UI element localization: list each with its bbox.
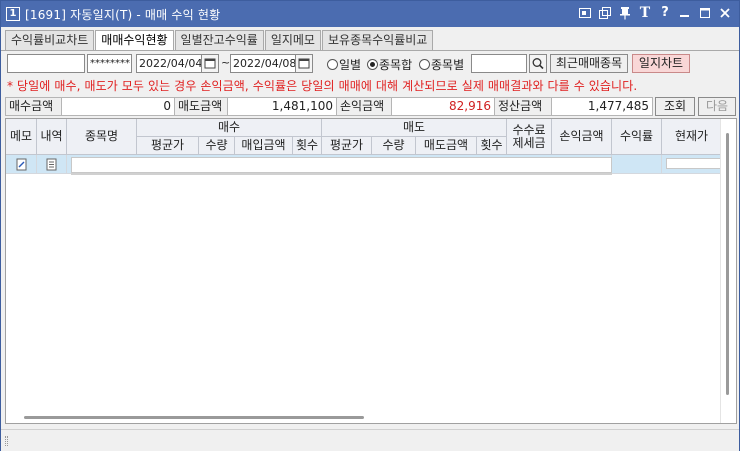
sell-amount-label: 매도금액	[174, 97, 228, 116]
status-bar	[1, 429, 739, 451]
search-icon[interactable]	[529, 54, 547, 73]
toolbar: ******** 2022/04/04 ~ 2022/04/08 일별 종목합 …	[1, 52, 739, 74]
maximize-icon[interactable]	[697, 5, 713, 21]
horizontal-scrollbar[interactable]	[6, 411, 720, 423]
col-current-price[interactable]: 현재가	[662, 119, 722, 155]
row-current-field[interactable]	[666, 158, 721, 169]
notice-text: * 당일에 매수, 매도가 모두 있는 경우 손익금액, 수익률은 당일의 매매…	[7, 79, 638, 93]
tab-trade-profit-status[interactable]: 매매수익현황	[95, 30, 174, 51]
font-icon[interactable]: T	[637, 5, 653, 21]
app-window: 1 [1691] 자동일지(T) - 매매 수익 현황 T ? 수익률비교차트 …	[0, 0, 740, 451]
close-icon[interactable]	[717, 5, 733, 21]
summary-row: 매수금액 0 매도금액 1,481,100 손익금액 82,916 정산금액 1…	[5, 97, 737, 116]
date-to-input[interactable]: 2022/04/08	[230, 54, 296, 73]
col-stock-name[interactable]: 종목명	[67, 119, 137, 155]
memo-edit-icon	[16, 158, 27, 171]
help-icon[interactable]: ?	[657, 5, 673, 21]
radio-daily-label: 일별	[339, 58, 362, 72]
radio-stock-sum-circle[interactable]	[367, 59, 378, 70]
profit-amount-label: 손익금액	[336, 97, 392, 116]
journal-chart-button[interactable]: 일지차트	[632, 54, 690, 73]
calendar-from-icon[interactable]	[201, 54, 219, 73]
window-number: 1	[6, 7, 20, 21]
radio-daily[interactable]: 일별	[327, 56, 361, 73]
radio-stock-sum[interactable]: 종목합	[367, 56, 412, 73]
col-sell-amount[interactable]: 매도금액	[416, 137, 477, 155]
col-group-sell: 매도	[322, 119, 507, 137]
settle-amount-value: 1,477,485	[551, 97, 653, 116]
calendar-to-icon[interactable]	[295, 54, 313, 73]
row-detail-cell[interactable]	[37, 155, 67, 174]
tab-journal-memo[interactable]: 일지메모	[264, 30, 321, 50]
tab-divider	[1, 50, 739, 51]
radio-by-stock[interactable]: 종목별	[419, 56, 464, 73]
row-name-field[interactable]	[71, 157, 612, 173]
password-input[interactable]: ********	[87, 54, 132, 73]
col-group-buy: 매수	[137, 119, 322, 137]
minimize-icon[interactable]	[677, 5, 693, 21]
resize-grip-icon[interactable]	[5, 436, 8, 446]
radio-by-stock-circle[interactable]	[419, 59, 430, 70]
account-input[interactable]	[7, 54, 85, 73]
vertical-scroll-thumb[interactable]	[726, 133, 729, 395]
tab-daily-balance-return[interactable]: 일별잔고수익률	[174, 30, 264, 50]
col-buy-qty[interactable]: 수량	[199, 137, 235, 155]
buy-amount-label: 매수금액	[5, 97, 62, 116]
query-button[interactable]: 조회	[655, 97, 695, 116]
buy-amount-value: 0	[61, 97, 175, 116]
next-button[interactable]: 다음	[698, 97, 736, 116]
col-sell-qty[interactable]: 수량	[372, 137, 416, 155]
copy-icon[interactable]	[597, 5, 613, 21]
tab-bar: 수익률비교차트 매매수익현황 일별잔고수익률 일지메모 보유종목수익률비교	[5, 30, 434, 51]
col-memo[interactable]: 메모	[6, 119, 37, 155]
col-tax-label: 제세금	[512, 135, 546, 150]
radio-stock-sum-label: 종목합	[379, 58, 413, 72]
col-detail[interactable]: 내역	[37, 119, 67, 155]
col-buy-amount[interactable]: 매입금액	[235, 137, 293, 155]
detail-list-icon	[46, 158, 57, 171]
sell-amount-value: 1,481,100	[227, 97, 337, 116]
trade-grid: 메모 내역 종목명 매수 평균가 수량 매입금액 횟수 매도 평균가 수량 매도…	[5, 118, 737, 424]
stock-code-input[interactable]	[471, 54, 527, 73]
tab-holding-return-compare[interactable]: 보유종목수익률비교	[321, 30, 434, 50]
profit-amount-value: 82,916	[391, 97, 495, 116]
col-sell-count[interactable]: 횟수	[477, 137, 507, 155]
col-buy-count[interactable]: 횟수	[293, 137, 322, 155]
date-separator: ~	[221, 56, 231, 69]
date-from-input[interactable]: 2022/04/04	[136, 54, 202, 73]
row-memo-cell[interactable]	[6, 155, 37, 174]
restore-icon[interactable]	[577, 5, 593, 21]
window-title: [1691] 자동일지(T) - 매매 수익 현황	[25, 7, 221, 22]
settle-amount-label: 정산금액	[494, 97, 552, 116]
row-current-cell[interactable]	[662, 155, 722, 174]
tab-return-compare-chart[interactable]: 수익률비교차트	[5, 30, 95, 50]
col-fee-label: 수수료	[512, 122, 546, 137]
col-profit-amount[interactable]: 손익금액	[552, 119, 612, 155]
radio-daily-circle[interactable]	[327, 59, 338, 70]
horizontal-scroll-thumb[interactable]	[24, 416, 364, 419]
col-sell-avg[interactable]: 평균가	[322, 137, 372, 155]
col-buy-avg[interactable]: 평균가	[137, 137, 199, 155]
table-row[interactable]	[6, 155, 722, 174]
row-rate-cell[interactable]	[612, 155, 662, 174]
row-data-cell[interactable]	[67, 155, 612, 174]
title-bar[interactable]: 1 [1691] 자동일지(T) - 매매 수익 현황 T ?	[1, 1, 739, 27]
pin-icon[interactable]	[617, 5, 633, 21]
vertical-scrollbar[interactable]	[720, 119, 736, 423]
radio-by-stock-label: 종목별	[431, 58, 465, 72]
col-fee-tax[interactable]: 수수료 제세금	[507, 119, 552, 155]
recent-trades-button[interactable]: 최근매매종목	[550, 54, 628, 73]
col-return-rate[interactable]: 수익률	[612, 119, 662, 155]
